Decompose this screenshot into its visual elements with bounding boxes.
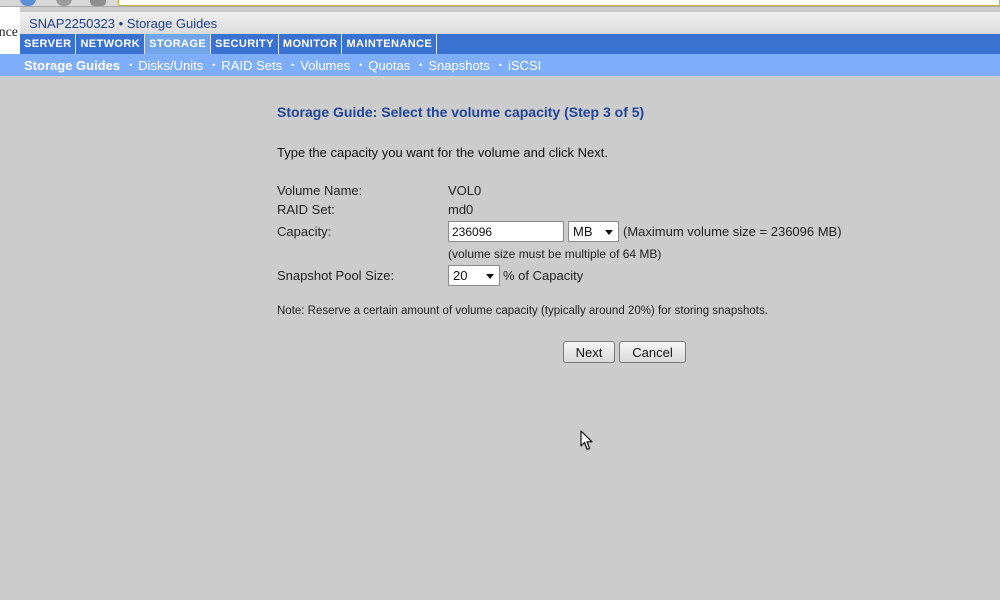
reserve-note: Note: Reserve a certain amount of volume…: [277, 305, 768, 317]
tab-security[interactable]: SECURITY: [211, 34, 279, 54]
snapshot-pool-value: 20: [453, 268, 468, 283]
instruction-text: Type the capacity you want for the volum…: [277, 145, 608, 160]
volume-name-label: Volume Name:: [277, 183, 363, 198]
subnav-volumes[interactable]: Volumes: [300, 58, 350, 73]
raid-set-label: RAID Set:: [277, 202, 335, 217]
tab-server[interactable]: SERVER: [20, 34, 77, 54]
capacity-hint: (volume size must be multiple of 64 MB): [448, 247, 662, 261]
page-header: SNAP2250323 • Storage Guides: [20, 12, 1000, 34]
subnav-quotas[interactable]: Quotas: [368, 58, 410, 73]
capacity-unit-select[interactable]: MB: [568, 221, 619, 242]
subnav-iscsi[interactable]: iSCSI: [508, 58, 541, 73]
forward-icon[interactable]: [56, 0, 72, 6]
subnav-snapshots[interactable]: Snapshots: [428, 58, 489, 73]
capacity-label: Capacity:: [277, 224, 332, 239]
subnav-separator: •: [359, 60, 363, 70]
subnav-separator: •: [129, 60, 133, 70]
home-icon[interactable]: [90, 0, 106, 6]
tab-maintenance[interactable]: MAINTENANCE: [342, 34, 438, 54]
app-title: SNAP2250323 • Storage Guides: [29, 16, 218, 31]
snapshot-pool-label: Snapshot Pool Size:: [277, 268, 395, 283]
brand-logo: nce: [0, 7, 20, 54]
volume-name-value: VOL0: [448, 183, 482, 198]
next-button[interactable]: Next: [563, 341, 615, 363]
subnav-separator: •: [291, 60, 295, 70]
cancel-button[interactable]: Cancel: [619, 341, 686, 363]
raid-set-value: md0: [448, 202, 474, 217]
browser-toolbar: [0, 0, 1000, 7]
chevron-down-icon: [486, 274, 494, 279]
subnav-separator: •: [498, 60, 502, 70]
address-bar[interactable]: [118, 0, 1000, 6]
back-icon[interactable]: [20, 0, 36, 6]
chevron-down-icon: [605, 230, 613, 235]
subnav-disks-units[interactable]: Disks/Units: [138, 58, 203, 73]
snapshot-pool-suffix: % of Capacity: [503, 268, 584, 283]
snapshot-pool-select[interactable]: 20: [448, 265, 500, 286]
max-volume-note: (Maximum volume size = 236096 MB): [623, 224, 842, 239]
mouse-cursor-icon: [580, 430, 593, 451]
page-title: Storage Guide: Select the volume capacit…: [277, 104, 645, 120]
brand-logo-text: nce: [0, 25, 18, 40]
capacity-unit-value: MB: [573, 224, 593, 239]
subnav-separator: •: [212, 60, 216, 70]
sub-nav: Storage Guides • Disks/Units • RAID Sets…: [0, 54, 1000, 76]
subnav-raid-sets[interactable]: RAID Sets: [221, 58, 282, 73]
subnav-separator: •: [419, 60, 423, 70]
main-nav: SERVER NETWORK STORAGE SECURITY MONITOR …: [20, 34, 1000, 54]
tab-network[interactable]: NETWORK: [76, 34, 146, 54]
tab-monitor[interactable]: MONITOR: [279, 34, 343, 54]
capacity-input[interactable]: [448, 221, 564, 242]
tab-storage[interactable]: STORAGE: [145, 34, 212, 54]
subnav-storage-guides[interactable]: Storage Guides: [24, 58, 120, 73]
